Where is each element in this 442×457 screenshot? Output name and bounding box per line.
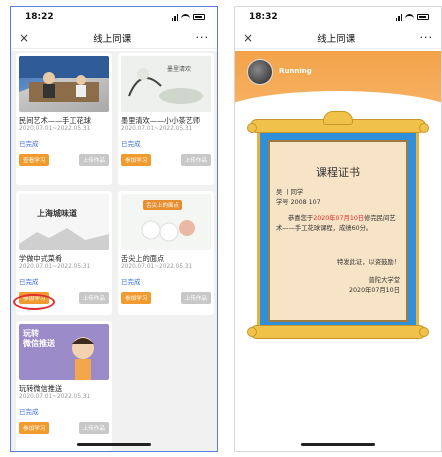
wifi-icon [405,13,414,21]
close-icon[interactable]: × [19,31,29,45]
system-icons [395,13,429,21]
course-title: 舌尖上的面点 [121,254,165,263]
course-date: 2020.07.01~2022.05.31 [121,264,193,270]
dumplings-image [141,220,195,242]
course-card[interactable]: 上海城味道 学做中式菜肴 2020.07.01~2022.05.31 已完成 参… [13,191,112,315]
certificate-crown-ornament [323,111,353,125]
course-title: 学做中式菜肴 [19,254,63,263]
boy-illustration [72,337,94,380]
congrats-prefix: 恭喜您于 [288,215,314,222]
course-thumbnail: 墨里清欢 [121,56,211,112]
course-date: 2020.07.01~2022.05.31 [121,126,193,132]
course-thumbnail: 上海城味道 [19,194,109,250]
course-date: 2020.07.01~2022.05.31 [19,126,91,132]
status-time: 18:22 [25,12,54,22]
encourage-text: 特发此证，以资鼓励！ [337,259,400,266]
system-icons [171,13,205,21]
course-grid: 民间艺术——手工花球 2020.07.01~2022.05.31 已完成 查看学… [11,51,217,451]
course-status: 已完成 [19,278,39,286]
course-status: 已完成 [19,408,39,416]
join-study-button[interactable]: 参加学习 [121,292,152,304]
username: Running [279,67,312,75]
page-title: 线上同课 [93,33,132,45]
home-indicator [301,443,375,446]
corner-ornament [247,327,257,337]
certificate-bottom-scroll [250,325,426,339]
upload-work-button[interactable]: 上传作品 [78,292,109,304]
course-title: 墨里清欢——小小茶艺师 [121,116,201,125]
upload-work-button[interactable]: 上传作品 [180,154,211,166]
course-card[interactable]: 舌尖上的面点 舌尖上的面点 2020.07.01~2022.05.31 已完成 … [118,191,214,315]
nav-bar: × 线上同课 ··· [235,27,441,49]
thumbnail-label: 墨里清欢 [167,66,192,73]
certificate-frame: 课程证书 吴 丨同学 学号 2008 107 恭喜您于2020年07月10日修完… [257,129,419,333]
profile-banner: Running [235,51,441,141]
highlight-circle [13,294,55,310]
course-card[interactable]: 墨里清欢 墨里清欢——小小茶艺师 2020.07.01~2022.05.31 已… [118,53,214,185]
upload-work-button[interactable]: 上传作品 [78,154,109,166]
more-icon[interactable]: ··· [195,31,209,44]
home-indicator [77,443,151,446]
signal-icon [395,13,402,21]
status-bar: 18:32 [235,7,441,27]
issue-date: 2020年07月10日 [349,287,400,294]
corner-ornament [419,327,429,337]
status-bar: 18:22 [11,7,217,27]
student-name: 吴 丨同学 [276,189,304,196]
course-title: 民间艺术——手工花球 [19,116,91,125]
corner-ornament [247,123,257,133]
student-id: 学号 2008 107 [276,199,321,206]
congrats-text: 恭喜您于2020年07月10日修完民间艺术——手工花球课程，成绩60分。 [276,214,400,234]
course-card[interactable]: 玩转 微信推送 玩转微信推送 2020.07.01~2022.05.31 已完成… [16,321,112,451]
course-date: 2020.07.01~2022.05.31 [19,264,91,270]
course-card[interactable]: 民间艺术——手工花球 2020.07.01~2022.05.31 已完成 查看学… [16,53,112,185]
avatar[interactable] [247,59,273,85]
course-status: 已完成 [121,140,141,148]
course-thumbnail: 舌尖上的面点 [121,194,211,250]
page-title: 线上同课 [317,33,356,45]
course-status: 已完成 [19,140,39,148]
completion-date: 2020年07月10日 [313,215,365,222]
issuer: 普陀大学堂 [368,277,400,284]
close-icon[interactable]: × [243,31,253,45]
course-thumbnail [19,56,109,112]
certificate-title: 课程证书 [316,166,360,179]
course-status: 已完成 [121,278,141,286]
wifi-icon [181,13,190,21]
left-phone-screen: 18:22 × 线上同课 ··· 民间艺术——手工花球 2020.07.01~2… [10,6,218,452]
course-title: 玩转微信推送 [19,384,63,393]
status-time: 18:32 [249,12,278,22]
right-phone-screen: 18:32 × 线上同课 ··· Running 课程证书 吴 丨同学 学号 2… [234,6,442,452]
upload-work-button[interactable]: 上传作品 [180,292,211,304]
join-study-button[interactable]: 参加学习 [19,422,50,434]
upload-work-button[interactable]: 上传作品 [78,422,109,434]
battery-icon [417,14,429,20]
course-thumbnail: 玩转 微信推送 [19,324,109,380]
signal-icon [171,13,178,21]
battery-icon [193,14,205,20]
classroom-photo [19,56,109,102]
course-date: 2020.07.01~2022.05.31 [19,394,91,400]
more-icon[interactable]: ··· [419,31,433,44]
tea-art-image [128,68,203,104]
view-study-button[interactable]: 查看学习 [19,154,50,166]
mountain-ink-image [19,228,109,250]
corner-ornament [419,123,429,133]
certificate-body: 课程证书 吴 丨同学 学号 2008 107 恭喜您于2020年07月10日修完… [268,140,408,322]
nav-bar: × 线上同课 ··· [11,27,217,49]
join-study-button[interactable]: 参加学习 [121,154,152,166]
